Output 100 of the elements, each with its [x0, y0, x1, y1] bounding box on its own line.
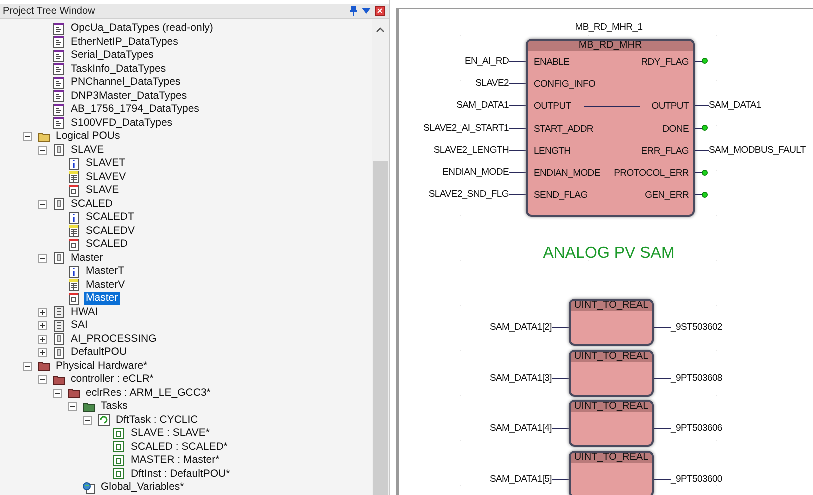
variable-label: SLAVE2_LENGTH [434, 144, 509, 156]
wire [654, 428, 671, 429]
tree-item[interactable]: MASTER : Master* [129, 454, 222, 468]
block-icon [113, 428, 125, 440]
tree-item[interactable]: Master [69, 252, 106, 265]
document-icon [53, 117, 65, 130]
document-icon [53, 22, 65, 35]
tree-item[interactable]: EtherNetIP_DataTypes [69, 36, 180, 49]
tree-item[interactable]: SCALEDV [84, 224, 138, 238]
code-sheet-icon [68, 184, 80, 197]
connection-dot-icon [702, 125, 708, 132]
wire [695, 150, 709, 151]
block-type-title: UINT_TO_REAL [571, 301, 652, 311]
tree-item[interactable]: Global_Variables* [99, 481, 186, 494]
block-type-title: UINT_TO_REAL [571, 402, 652, 412]
tree-item[interactable]: DftInst : DefaultPOU* [129, 468, 232, 481]
wire [584, 106, 640, 108]
tree-item[interactable]: SLAVET [84, 157, 128, 170]
scrollbar-thumb[interactable] [373, 161, 388, 495]
table-icon [68, 279, 80, 292]
block-icon [53, 252, 65, 264]
tree-item[interactable]: TaskInfo_DataTypes [69, 62, 168, 76]
tree-item[interactable]: MasterT [84, 265, 127, 278]
document-icon [53, 50, 65, 62]
tree-item[interactable]: SLAVEV [84, 170, 128, 184]
tree-item[interactable]: Physical Hardware* [54, 360, 150, 373]
tree-item[interactable]: Logical POUs [54, 130, 122, 144]
block-icon [113, 468, 125, 480]
pin-label: RDY_FLAG [641, 56, 689, 68]
collapse-toggle[interactable] [68, 402, 77, 412]
scroll-up-icon[interactable] [376, 27, 385, 33]
tree-item[interactable]: HWAI [69, 306, 100, 319]
tree-item[interactable]: DftTask : CYCLIC [114, 414, 200, 427]
collapse-toggle[interactable] [38, 375, 47, 384]
close-icon[interactable] [375, 6, 385, 16]
pin-label: ENDIAN_MODE [534, 168, 600, 180]
document-icon [53, 76, 65, 89]
block-type-title: UINT_TO_REAL [571, 452, 652, 462]
tree-item[interactable]: SLAVE [84, 184, 122, 198]
tree-item[interactable]: S100VFD_DataTypes [69, 116, 175, 130]
function-block[interactable]: MB_RD_MHR ENABLE RDY_FLAG CONFIG_INFO OUTPUT OUTPUT START_ADDR DONE LENGTH ERR_FLAG ENDIAN_MODE PROTOCOL_ERR SEND_FLAG GEN_ERR [526, 39, 695, 217]
tree-item[interactable]: Serial_DataTypes [69, 49, 156, 62]
tree-item[interactable]: Tasks [99, 400, 130, 414]
pin-label: GEN_ERR [645, 190, 689, 202]
variable-label: ENDIAN_MODE [442, 167, 509, 178]
collapse-toggle[interactable] [23, 132, 32, 142]
variable-label: _9PT503608 [671, 372, 722, 384]
collapse-toggle[interactable] [83, 416, 92, 425]
tree-item[interactable]: SCALED [69, 198, 116, 211]
collapse-toggle[interactable] [38, 200, 47, 209]
info-icon [68, 158, 80, 170]
tree-item[interactable]: PNChannel_DataTypes [69, 76, 183, 90]
expand-toggle[interactable] [38, 348, 47, 358]
variable-label: EN_AI_RD [464, 56, 509, 67]
tree-item[interactable]: Master [84, 292, 120, 306]
tree-item[interactable]: AB_1756_1794_DataTypes [69, 103, 202, 116]
wire [654, 327, 671, 328]
collapse-toggle[interactable] [23, 362, 32, 371]
variable-label: SAM_DATA1[3] [490, 372, 552, 384]
tree-item[interactable]: OpcUa_DataTypes (read-only) [69, 22, 216, 36]
code-sheet-icon [68, 292, 80, 305]
collapse-toggle[interactable] [38, 146, 47, 155]
dropdown-icon[interactable] [362, 7, 371, 15]
folder-icon [68, 387, 80, 400]
tree-item[interactable]: SAI [69, 319, 90, 332]
tree-item[interactable]: MasterV [84, 278, 128, 292]
expand-toggle[interactable] [38, 334, 47, 344]
pin-label: OUTPUT [534, 101, 572, 112]
pin-icon[interactable] [350, 6, 358, 16]
pin-label: OUTPUT [652, 101, 689, 112]
diagram-heading: ANALOG PV SAM [542, 245, 676, 263]
variable-label: _9ST503602 [671, 322, 722, 333]
scrollbar[interactable] [372, 19, 389, 495]
tree-item[interactable]: SLAVE : SLAVE* [129, 427, 212, 440]
document-icon [53, 90, 65, 102]
expand-toggle[interactable] [38, 321, 47, 330]
collapse-toggle[interactable] [38, 254, 47, 263]
tree-item[interactable]: AI_PROCESSING [69, 332, 159, 346]
variable-label: _9PT503606 [671, 423, 722, 434]
function-block[interactable]: UINT_TO_REAL [569, 400, 654, 447]
variable-label: SLAVE2_SND_FLG [428, 189, 509, 200]
block-icon [53, 346, 65, 359]
tree-item[interactable]: SLAVE [69, 144, 106, 157]
tree-item[interactable]: SCALED : SCALED* [129, 440, 230, 454]
block-icon [53, 306, 65, 318]
document-icon [53, 104, 65, 116]
tree-item[interactable]: controller : eCLR* [69, 373, 156, 386]
folder-icon [38, 130, 50, 143]
variable-label: SAM_DATA1[4] [490, 423, 552, 434]
function-block[interactable]: UINT_TO_REAL [569, 299, 654, 346]
variable-label: SAM_MODBUS_FAULT [709, 144, 806, 156]
tree-item[interactable]: SCALED [84, 238, 130, 252]
function-block[interactable]: UINT_TO_REAL [569, 350, 654, 396]
expand-toggle[interactable] [38, 308, 47, 317]
function-block[interactable]: UINT_TO_REAL [569, 450, 654, 495]
tree-item[interactable]: SCALEDT [84, 211, 136, 224]
tree-item[interactable]: DNP3Master_DataTypes [69, 90, 190, 103]
collapse-toggle[interactable] [53, 388, 62, 398]
tree-item[interactable]: eclrRes : ARM_LE_GCC3* [84, 386, 213, 400]
tree-item[interactable]: DefaultPOU [69, 346, 130, 360]
